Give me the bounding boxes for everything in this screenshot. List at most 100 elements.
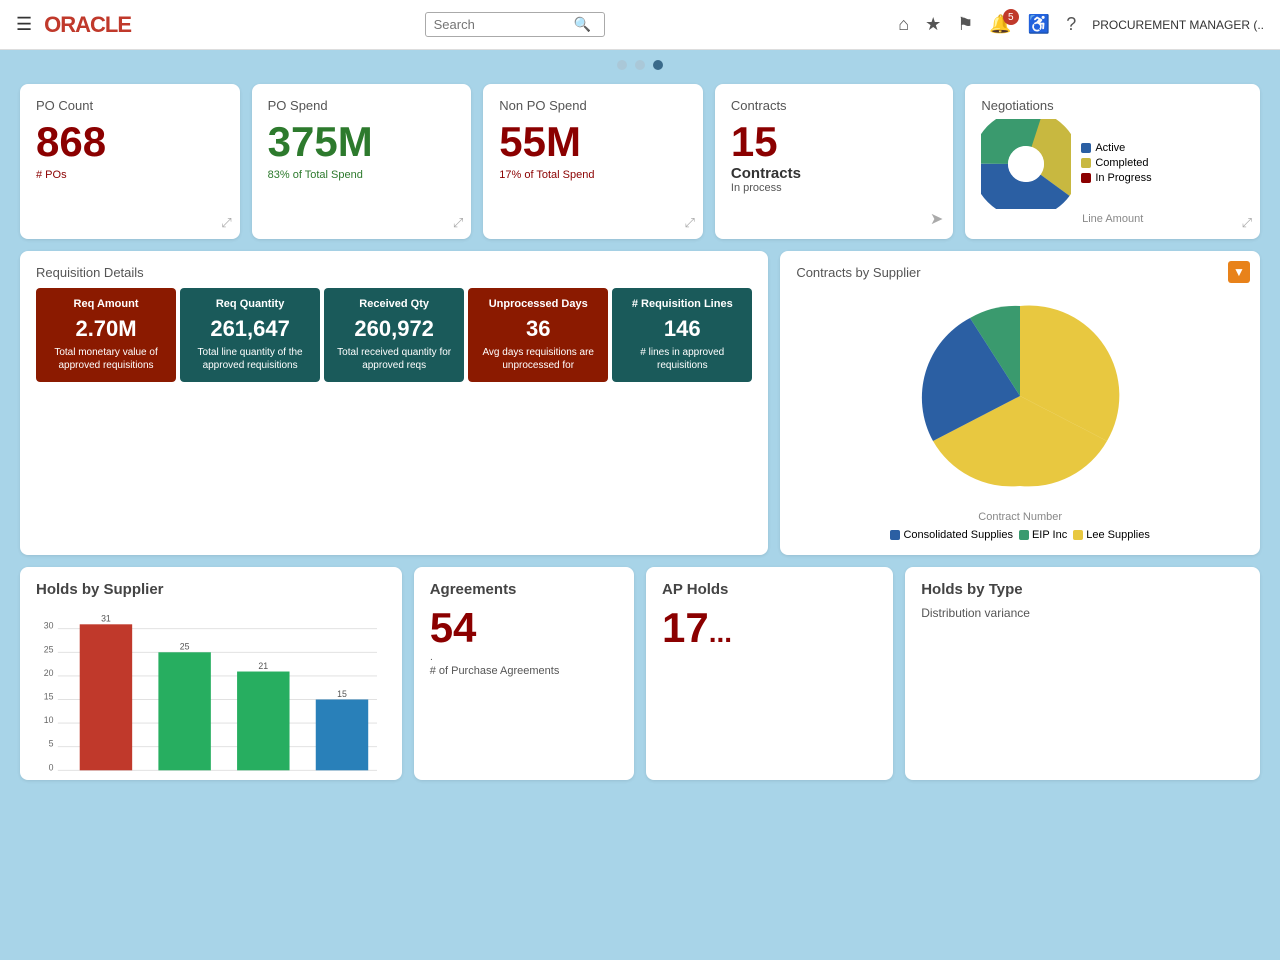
ap-holds-title: AP Holds <box>662 581 877 598</box>
legend-inprogress: In Progress <box>1081 172 1151 184</box>
bottom-row: Holds by Supplier 0 5 10 15 20 25 30 <box>20 567 1260 780</box>
negotiations-chart-area: Active Completed In Progress <box>981 119 1244 209</box>
non-po-spend-title: Non PO Spend <box>499 98 687 113</box>
agreements-value: 54 <box>430 604 618 652</box>
help-icon[interactable]: ? <box>1066 14 1076 35</box>
accessibility-icon[interactable]: ♿ <box>1028 14 1050 35</box>
search-icon[interactable]: 🔍 <box>574 16 591 33</box>
eip-legend: EIP Inc <box>1019 529 1067 541</box>
mid-row: Requisition Details Req Amount 2.70M Tot… <box>20 251 1260 555</box>
dot-3[interactable] <box>653 60 663 70</box>
received-qty-header: Received Qty <box>332 298 456 310</box>
bar-3-label: 21 <box>258 661 268 671</box>
holds-bar-svg: 0 5 10 15 20 25 30 3 <box>36 606 386 786</box>
menu-icon[interactable]: ☰ <box>16 14 32 35</box>
po-spend-title: PO Spend <box>268 98 456 113</box>
dashboard: PO Count 868 # POs ⤢ PO Spend 375M 83% o… <box>0 74 1280 790</box>
expand-icon-4[interactable]: ⤢ <box>1242 215 1252 231</box>
negotiations-title: Negotiations <box>981 98 1244 113</box>
flag-icon[interactable]: ⚑ <box>957 14 973 35</box>
bar-1-label: 31 <box>101 614 111 624</box>
negotiations-card: Negotiations Active <box>965 84 1260 239</box>
header-center: 🔍 <box>131 12 898 37</box>
search-input[interactable] <box>434 17 574 32</box>
ap-holds-card: AP Holds 17... <box>646 567 893 780</box>
oracle-logo: ORACLE <box>44 12 131 38</box>
user-label[interactable]: PROCUREMENT MANAGER (.. <box>1092 18 1264 32</box>
header: ☰ ORACLE 🔍 ⌂ ★ ⚑ 🔔 5 ♿ ? PROCUREMENT MAN… <box>0 0 1280 50</box>
req-quantity-value: 261,647 <box>188 316 312 342</box>
bar-2 <box>158 652 210 770</box>
requisition-title: Requisition Details <box>36 265 752 280</box>
agreements-title: Agreements <box>430 581 618 598</box>
y-label-15: 15 <box>44 691 54 701</box>
ap-holds-value: 17... <box>662 604 877 652</box>
contracts-by-supplier-chart <box>796 286 1244 509</box>
eip-label: EIP Inc <box>1032 529 1067 541</box>
arrow-icon[interactable]: ➤ <box>930 209 943 229</box>
active-dot <box>1081 143 1091 153</box>
non-po-spend-subtitle: 17% of Total Spend <box>499 169 687 181</box>
expand-icon[interactable]: ⤢ <box>221 215 231 231</box>
unprocessed-days-cell: Unprocessed Days 36 Avg days requisition… <box>468 288 608 382</box>
contracts-by-supplier-card: Contracts by Supplier ▼ Contract Number <box>780 251 1260 555</box>
header-icons: ⌂ ★ ⚑ 🔔 5 ♿ ? PROCUREMENT MANAGER (.. <box>898 14 1264 35</box>
req-quantity-header: Req Quantity <box>188 298 312 310</box>
legend-completed: Completed <box>1081 157 1151 169</box>
y-label-30: 30 <box>44 621 54 631</box>
bar-3 <box>237 672 289 771</box>
y-label-25: 25 <box>44 644 54 654</box>
po-spend-card: PO Spend 375M 83% of Total Spend ⤢ <box>252 84 472 239</box>
req-quantity-cell: Req Quantity 261,647 Total line quantity… <box>180 288 320 382</box>
contracts-sub: In process <box>731 182 937 194</box>
expand-icon-3[interactable]: ⤢ <box>685 215 695 231</box>
consolidated-label: Consolidated Supplies <box>903 529 1012 541</box>
contracts-value: 15 <box>731 119 937 165</box>
holds-bar-chart: 0 5 10 15 20 25 30 3 <box>36 606 386 766</box>
req-lines-cell: # Requisition Lines 146 # lines in appro… <box>612 288 752 382</box>
holds-by-type-title: Holds by Type <box>921 581 1244 598</box>
po-count-subtitle: # POs <box>36 169 224 181</box>
bar-4-label: 15 <box>337 689 347 699</box>
bar-1 <box>80 624 132 770</box>
inprogress-label: In Progress <box>1095 172 1151 184</box>
negotiations-legend: Active Completed In Progress <box>1081 142 1151 187</box>
y-label-20: 20 <box>44 668 54 678</box>
req-lines-desc: # lines in approved requisitions <box>620 346 744 372</box>
lee-label: Lee Supplies <box>1086 529 1150 541</box>
contract-number-label: Contract Number <box>796 511 1244 523</box>
po-count-value: 868 <box>36 119 224 165</box>
contracts-label: Contracts <box>731 165 937 182</box>
dot-1[interactable] <box>617 60 627 70</box>
req-amount-header: Req Amount <box>44 298 168 310</box>
notification-badge: 5 <box>1003 9 1019 25</box>
active-label: Active <box>1095 142 1125 154</box>
distribution-variance-label: Distribution variance <box>921 606 1244 620</box>
contracts-title: Contracts <box>731 98 937 113</box>
favorites-icon[interactable]: ★ <box>925 14 941 35</box>
contracts-card: Contracts 15 Contracts In process ➤ <box>715 84 953 239</box>
po-count-title: PO Count <box>36 98 224 113</box>
completed-dot <box>1081 158 1091 168</box>
dropdown-button[interactable]: ▼ <box>1228 261 1250 283</box>
y-label-10: 10 <box>44 715 54 725</box>
consolidated-dot <box>890 530 900 540</box>
dot-2[interactable] <box>635 60 645 70</box>
holds-by-type-card: Holds by Type Distribution variance <box>905 567 1260 780</box>
received-qty-value: 260,972 <box>332 316 456 342</box>
non-po-spend-card: Non PO Spend 55M 17% of Total Spend ⤢ <box>483 84 703 239</box>
holds-by-supplier-title: Holds by Supplier <box>36 581 386 598</box>
expand-icon-2[interactable]: ⤢ <box>453 215 463 231</box>
received-qty-desc: Total received quantity for approved req… <box>332 346 456 372</box>
notifications-icon[interactable]: 🔔 5 <box>989 14 1011 35</box>
agreements-card: Agreements 54 · # of Purchase Agreements <box>414 567 634 780</box>
home-icon[interactable]: ⌂ <box>898 14 909 35</box>
unprocessed-days-desc: Avg days requisitions are unprocessed fo… <box>476 346 600 372</box>
req-amount-value: 2.70M <box>44 316 168 342</box>
dots-navigation <box>0 50 1280 74</box>
legend-active: Active <box>1081 142 1151 154</box>
unprocessed-days-header: Unprocessed Days <box>476 298 600 310</box>
received-qty-cell: Received Qty 260,972 Total received quan… <box>324 288 464 382</box>
requisition-grid: Req Amount 2.70M Total monetary value of… <box>36 288 752 382</box>
non-po-spend-value: 55M <box>499 119 687 165</box>
